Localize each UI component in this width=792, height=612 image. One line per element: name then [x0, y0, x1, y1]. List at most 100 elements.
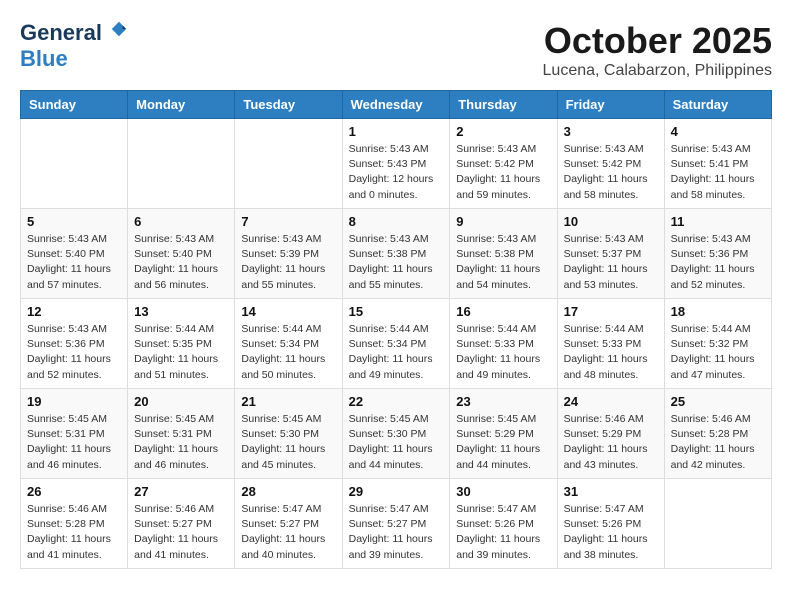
calendar-cell: 30 Sunrise: 5:47 AMSunset: 5:26 PMDaylig… [450, 479, 557, 569]
calendar-cell [235, 119, 342, 209]
month-title: October 2025 [543, 20, 772, 62]
day-number: 18 [671, 304, 765, 319]
calendar-cell: 24 Sunrise: 5:46 AMSunset: 5:29 PMDaylig… [557, 389, 664, 479]
calendar-cell: 7 Sunrise: 5:43 AMSunset: 5:39 PMDayligh… [235, 209, 342, 299]
day-info: Sunrise: 5:45 AMSunset: 5:30 PMDaylight:… [349, 413, 433, 471]
calendar-cell: 20 Sunrise: 5:45 AMSunset: 5:31 PMDaylig… [128, 389, 235, 479]
day-info: Sunrise: 5:45 AMSunset: 5:30 PMDaylight:… [241, 413, 325, 471]
calendar-cell: 15 Sunrise: 5:44 AMSunset: 5:34 PMDaylig… [342, 299, 450, 389]
day-info: Sunrise: 5:43 AMSunset: 5:38 PMDaylight:… [349, 233, 433, 291]
calendar-cell: 1 Sunrise: 5:43 AMSunset: 5:43 PMDayligh… [342, 119, 450, 209]
day-info: Sunrise: 5:45 AMSunset: 5:31 PMDaylight:… [134, 413, 218, 471]
day-info: Sunrise: 5:43 AMSunset: 5:42 PMDaylight:… [564, 143, 648, 201]
calendar-cell: 26 Sunrise: 5:46 AMSunset: 5:28 PMDaylig… [21, 479, 128, 569]
calendar-cell: 2 Sunrise: 5:43 AMSunset: 5:42 PMDayligh… [450, 119, 557, 209]
day-number: 22 [349, 394, 444, 409]
day-info: Sunrise: 5:43 AMSunset: 5:38 PMDaylight:… [456, 233, 540, 291]
day-info: Sunrise: 5:47 AMSunset: 5:27 PMDaylight:… [241, 503, 325, 561]
day-number: 1 [349, 124, 444, 139]
day-number: 15 [349, 304, 444, 319]
calendar-cell: 18 Sunrise: 5:44 AMSunset: 5:32 PMDaylig… [664, 299, 771, 389]
calendar-cell [21, 119, 128, 209]
week-row-5: 26 Sunrise: 5:46 AMSunset: 5:28 PMDaylig… [21, 479, 772, 569]
col-thursday: Thursday [450, 91, 557, 119]
day-info: Sunrise: 5:44 AMSunset: 5:33 PMDaylight:… [564, 323, 648, 381]
day-number: 21 [241, 394, 335, 409]
page-header: General Blue October 2025 Lucena, Calaba… [20, 20, 772, 80]
location-subtitle: Lucena, Calabarzon, Philippines [543, 62, 772, 80]
logo: General Blue [20, 20, 128, 72]
day-number: 14 [241, 304, 335, 319]
day-number: 28 [241, 484, 335, 499]
day-number: 6 [134, 214, 228, 229]
calendar-cell: 12 Sunrise: 5:43 AMSunset: 5:36 PMDaylig… [21, 299, 128, 389]
calendar-header-row: Sunday Monday Tuesday Wednesday Thursday… [21, 91, 772, 119]
day-number: 11 [671, 214, 765, 229]
day-info: Sunrise: 5:47 AMSunset: 5:26 PMDaylight:… [456, 503, 540, 561]
calendar-table: Sunday Monday Tuesday Wednesday Thursday… [20, 90, 772, 569]
day-info: Sunrise: 5:43 AMSunset: 5:40 PMDaylight:… [134, 233, 218, 291]
col-saturday: Saturday [664, 91, 771, 119]
calendar-cell: 11 Sunrise: 5:43 AMSunset: 5:36 PMDaylig… [664, 209, 771, 299]
week-row-2: 5 Sunrise: 5:43 AMSunset: 5:40 PMDayligh… [21, 209, 772, 299]
day-number: 8 [349, 214, 444, 229]
day-info: Sunrise: 5:46 AMSunset: 5:29 PMDaylight:… [564, 413, 648, 471]
week-row-1: 1 Sunrise: 5:43 AMSunset: 5:43 PMDayligh… [21, 119, 772, 209]
calendar-cell: 21 Sunrise: 5:45 AMSunset: 5:30 PMDaylig… [235, 389, 342, 479]
day-number: 23 [456, 394, 550, 409]
day-info: Sunrise: 5:47 AMSunset: 5:27 PMDaylight:… [349, 503, 433, 561]
day-number: 4 [671, 124, 765, 139]
day-number: 26 [27, 484, 121, 499]
calendar-cell: 28 Sunrise: 5:47 AMSunset: 5:27 PMDaylig… [235, 479, 342, 569]
week-row-4: 19 Sunrise: 5:45 AMSunset: 5:31 PMDaylig… [21, 389, 772, 479]
day-number: 30 [456, 484, 550, 499]
week-row-3: 12 Sunrise: 5:43 AMSunset: 5:36 PMDaylig… [21, 299, 772, 389]
calendar-cell: 25 Sunrise: 5:46 AMSunset: 5:28 PMDaylig… [664, 389, 771, 479]
day-number: 2 [456, 124, 550, 139]
day-info: Sunrise: 5:44 AMSunset: 5:33 PMDaylight:… [456, 323, 540, 381]
col-monday: Monday [128, 91, 235, 119]
day-number: 7 [241, 214, 335, 229]
day-number: 29 [349, 484, 444, 499]
day-number: 9 [456, 214, 550, 229]
day-number: 24 [564, 394, 658, 409]
day-number: 10 [564, 214, 658, 229]
calendar-cell: 23 Sunrise: 5:45 AMSunset: 5:29 PMDaylig… [450, 389, 557, 479]
day-info: Sunrise: 5:45 AMSunset: 5:31 PMDaylight:… [27, 413, 111, 471]
day-number: 27 [134, 484, 228, 499]
day-info: Sunrise: 5:44 AMSunset: 5:35 PMDaylight:… [134, 323, 218, 381]
day-number: 13 [134, 304, 228, 319]
calendar-cell: 9 Sunrise: 5:43 AMSunset: 5:38 PMDayligh… [450, 209, 557, 299]
calendar-cell: 4 Sunrise: 5:43 AMSunset: 5:41 PMDayligh… [664, 119, 771, 209]
day-info: Sunrise: 5:43 AMSunset: 5:41 PMDaylight:… [671, 143, 755, 201]
calendar-cell: 16 Sunrise: 5:44 AMSunset: 5:33 PMDaylig… [450, 299, 557, 389]
calendar-cell: 31 Sunrise: 5:47 AMSunset: 5:26 PMDaylig… [557, 479, 664, 569]
calendar-cell: 13 Sunrise: 5:44 AMSunset: 5:35 PMDaylig… [128, 299, 235, 389]
day-number: 5 [27, 214, 121, 229]
day-info: Sunrise: 5:47 AMSunset: 5:26 PMDaylight:… [564, 503, 648, 561]
day-info: Sunrise: 5:44 AMSunset: 5:32 PMDaylight:… [671, 323, 755, 381]
col-tuesday: Tuesday [235, 91, 342, 119]
logo-icon [110, 20, 128, 38]
day-info: Sunrise: 5:43 AMSunset: 5:36 PMDaylight:… [27, 323, 111, 381]
day-info: Sunrise: 5:45 AMSunset: 5:29 PMDaylight:… [456, 413, 540, 471]
col-friday: Friday [557, 91, 664, 119]
day-info: Sunrise: 5:44 AMSunset: 5:34 PMDaylight:… [241, 323, 325, 381]
calendar-cell: 22 Sunrise: 5:45 AMSunset: 5:30 PMDaylig… [342, 389, 450, 479]
logo-blue-text: Blue [20, 46, 68, 71]
day-info: Sunrise: 5:46 AMSunset: 5:28 PMDaylight:… [27, 503, 111, 561]
day-number: 20 [134, 394, 228, 409]
day-number: 16 [456, 304, 550, 319]
day-number: 3 [564, 124, 658, 139]
calendar-cell: 19 Sunrise: 5:45 AMSunset: 5:31 PMDaylig… [21, 389, 128, 479]
day-info: Sunrise: 5:46 AMSunset: 5:28 PMDaylight:… [671, 413, 755, 471]
calendar-cell [664, 479, 771, 569]
day-info: Sunrise: 5:43 AMSunset: 5:36 PMDaylight:… [671, 233, 755, 291]
day-info: Sunrise: 5:43 AMSunset: 5:43 PMDaylight:… [349, 143, 434, 201]
calendar-cell: 6 Sunrise: 5:43 AMSunset: 5:40 PMDayligh… [128, 209, 235, 299]
col-wednesday: Wednesday [342, 91, 450, 119]
calendar-cell: 17 Sunrise: 5:44 AMSunset: 5:33 PMDaylig… [557, 299, 664, 389]
calendar-cell: 10 Sunrise: 5:43 AMSunset: 5:37 PMDaylig… [557, 209, 664, 299]
day-number: 17 [564, 304, 658, 319]
calendar-cell: 3 Sunrise: 5:43 AMSunset: 5:42 PMDayligh… [557, 119, 664, 209]
